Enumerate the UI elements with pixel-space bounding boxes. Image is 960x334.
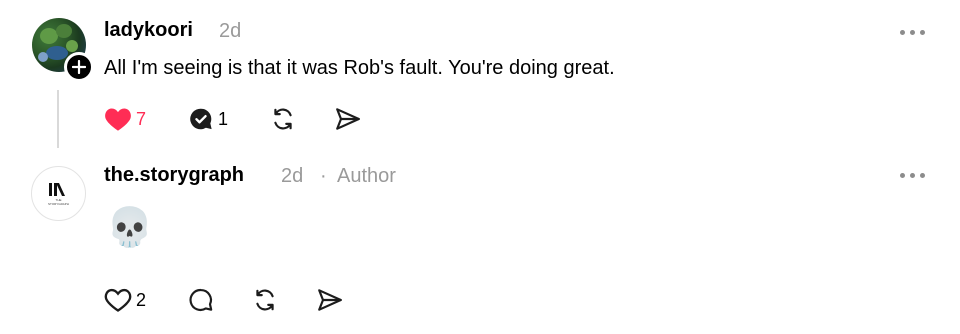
svg-text:STORYGRAPH: STORYGRAPH	[48, 202, 69, 206]
comment-icon	[190, 108, 212, 130]
separator-dot: ·	[320, 165, 327, 187]
timestamp: 2d	[219, 20, 242, 42]
reply-count: 1	[218, 108, 229, 129]
send-icon	[336, 108, 360, 130]
like-count: 7	[136, 108, 147, 129]
thread-line	[57, 90, 59, 148]
like-button[interactable]: 2	[104, 287, 146, 313]
repost-button[interactable]	[270, 106, 296, 137]
reply-button[interactable]	[188, 287, 214, 318]
like-count: 2	[136, 289, 147, 310]
send-icon	[318, 289, 342, 311]
reply-button[interactable]: 1	[188, 106, 228, 132]
timestamp: 2d	[281, 165, 304, 187]
repost-icon	[274, 108, 292, 130]
comment-icon	[189, 288, 213, 312]
repost-icon	[256, 289, 274, 311]
share-button[interactable]	[316, 287, 344, 318]
repost-button[interactable]	[252, 287, 278, 318]
storygraph-logo: THE STORYGRAPH	[48, 183, 69, 206]
like-button[interactable]: 7	[104, 106, 146, 132]
share-button[interactable]	[334, 106, 362, 137]
heart-icon	[104, 288, 132, 312]
avatar[interactable]: THE STORYGRAPH	[31, 166, 86, 221]
username[interactable]: ladykoori	[104, 19, 193, 42]
username[interactable]: the.storygraph	[104, 164, 244, 187]
more-icon[interactable]	[900, 173, 925, 178]
author-badge: Author	[337, 165, 396, 187]
more-icon[interactable]	[900, 30, 925, 35]
follow-plus-icon[interactable]	[64, 52, 94, 82]
comment-emoji: 💀	[106, 205, 154, 249]
heart-icon	[105, 108, 131, 131]
comment-text: All I'm seeing is that it was Rob's faul…	[104, 57, 615, 79]
